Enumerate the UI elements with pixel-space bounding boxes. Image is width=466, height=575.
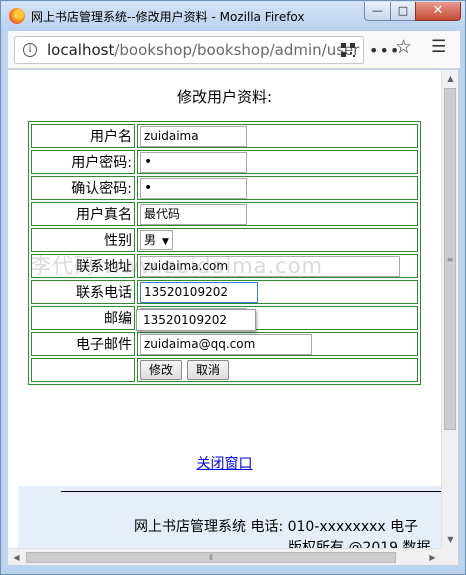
email-input[interactable]: zuidaima@qq.com bbox=[140, 333, 312, 355]
hamburger-menu-icon[interactable]: ☰ bbox=[431, 37, 446, 57]
site-info-icon[interactable]: i bbox=[23, 43, 37, 57]
minimize-icon: — bbox=[372, 4, 383, 17]
password-input[interactable]: • bbox=[140, 151, 247, 173]
autocomplete-suggestion[interactable]: 13520109202 bbox=[136, 309, 256, 331]
page-content: 修改用户资料: 用户名 zuidaima 用户密码: • 确认密码: • 用户真… bbox=[8, 70, 441, 548]
title-bar[interactable]: 网上书店管理系统--修改用户资料 - Mozilla Firefox — □ ✕ bbox=[1, 1, 465, 31]
form-row-actions: 修改 取消 bbox=[31, 358, 418, 382]
scroll-down-icon[interactable]: ▼ bbox=[442, 531, 459, 548]
real-name-input[interactable]: 最代码 bbox=[140, 203, 247, 225]
phone-cell: 13520109202 bbox=[137, 280, 418, 304]
footer: 网上书店管理系统 电话: 010-xxxxxxxx 电子 版权所有 @2019 … bbox=[18, 486, 441, 548]
footer-copyright-text: 版权所有 @2019 数据 bbox=[288, 540, 431, 548]
form-row-phone: 联系电话 13520109202 bbox=[31, 280, 418, 304]
chevron-down-icon: ▼ bbox=[162, 237, 169, 247]
real-name-label: 用户真名 bbox=[31, 202, 135, 226]
form-row-real-name: 用户真名 最代码 bbox=[31, 202, 418, 226]
navigation-toolbar: i localhost/bookshop/bookshop/admin/user… bbox=[8, 31, 460, 69]
minimize-button[interactable]: — bbox=[364, 2, 391, 21]
form-row-address: 联系地址 zuidaima.com bbox=[31, 254, 418, 278]
horizontal-scroll-thumb[interactable]: ⦀ bbox=[26, 552, 396, 563]
horizontal-scrollbar[interactable]: ◀ ⦀ ▶ bbox=[8, 548, 441, 565]
password-label: 用户密码: bbox=[31, 150, 135, 174]
email-cell: zuidaima@qq.com bbox=[137, 332, 418, 356]
gender-cell: 男 ▼ bbox=[137, 228, 418, 252]
form-row-password: 用户密码: • bbox=[31, 150, 418, 174]
gender-select[interactable]: 男 ▼ bbox=[140, 230, 173, 250]
confirm-password-cell: • bbox=[137, 176, 418, 200]
actions-empty-cell bbox=[31, 358, 135, 382]
grip-icon: ≡ bbox=[446, 255, 454, 264]
username-cell: zuidaima bbox=[137, 124, 418, 148]
cancel-button[interactable]: 取消 bbox=[187, 360, 230, 380]
gender-selected-value: 男 bbox=[144, 233, 157, 247]
password-cell: • bbox=[137, 150, 418, 174]
vertical-scroll-thumb[interactable]: ≡ bbox=[444, 88, 456, 430]
form-row-confirm-password: 确认密码: • bbox=[31, 176, 418, 200]
phone-input[interactable]: 13520109202 bbox=[140, 281, 258, 303]
real-name-cell: 最代码 bbox=[137, 202, 418, 226]
bookmark-star-icon[interactable]: ☆ bbox=[395, 36, 412, 58]
url-text[interactable]: localhost/bookshop/bookshop/admin/user bbox=[47, 41, 359, 59]
url-path: /bookshop/bookshop/admin/user bbox=[114, 41, 360, 59]
footer-divider bbox=[61, 491, 441, 492]
browser-window: 网上书店管理系统--修改用户资料 - Mozilla Firefox — □ ✕… bbox=[0, 0, 466, 575]
page-title: 修改用户资料: bbox=[176, 88, 273, 106]
form-row-email: 电子邮件 zuidaima@qq.com bbox=[31, 332, 418, 356]
close-window-link[interactable]: 关闭窗口 bbox=[8, 453, 441, 473]
address-cell: zuidaima.com bbox=[137, 254, 418, 278]
url-host: localhost bbox=[47, 41, 115, 59]
scroll-left-icon[interactable]: ◀ bbox=[8, 549, 25, 566]
edit-user-form: 用户名 zuidaima 用户密码: • 确认密码: • 用户真名 最代码 性别… bbox=[28, 121, 421, 385]
username-label: 用户名 bbox=[31, 124, 135, 148]
address-label: 联系地址 bbox=[31, 254, 135, 278]
firefox-logo-icon bbox=[9, 8, 25, 24]
qr-code-icon[interactable] bbox=[341, 43, 355, 57]
form-row-gender: 性别 男 ▼ bbox=[31, 228, 418, 252]
footer-contact-text: 网上书店管理系统 电话: 010-xxxxxxxx 电子 bbox=[134, 519, 419, 535]
confirm-password-label: 确认密码: bbox=[31, 176, 135, 200]
email-label: 电子邮件 bbox=[31, 332, 135, 356]
grip-icon: ⦀ bbox=[209, 553, 213, 562]
maximize-button[interactable]: □ bbox=[390, 2, 416, 21]
address-bar[interactable]: i localhost/bookshop/bookshop/admin/user bbox=[14, 36, 364, 64]
window-title: 网上书店管理系统--修改用户资料 - Mozilla Firefox bbox=[31, 10, 305, 24]
vertical-scrollbar[interactable]: ▲ ≡ ▼ bbox=[441, 70, 458, 548]
submit-button[interactable]: 修改 bbox=[140, 360, 183, 380]
scroll-up-icon[interactable]: ▲ bbox=[442, 70, 459, 87]
actions-cell: 修改 取消 bbox=[137, 358, 418, 382]
scroll-right-icon[interactable]: ▶ bbox=[424, 549, 441, 566]
confirm-password-input[interactable]: • bbox=[140, 177, 247, 199]
gender-label: 性别 bbox=[31, 228, 135, 252]
scrollbar-corner bbox=[441, 548, 458, 565]
address-input[interactable]: zuidaima.com bbox=[140, 255, 400, 277]
postcode-label: 邮编 bbox=[31, 306, 135, 330]
close-icon: ✕ bbox=[432, 3, 444, 18]
form-row-username: 用户名 zuidaima bbox=[31, 124, 418, 148]
username-input[interactable]: zuidaima bbox=[140, 125, 247, 147]
maximize-icon: □ bbox=[397, 4, 409, 17]
close-button[interactable]: ✕ bbox=[415, 2, 461, 21]
phone-label: 联系电话 bbox=[31, 280, 135, 304]
